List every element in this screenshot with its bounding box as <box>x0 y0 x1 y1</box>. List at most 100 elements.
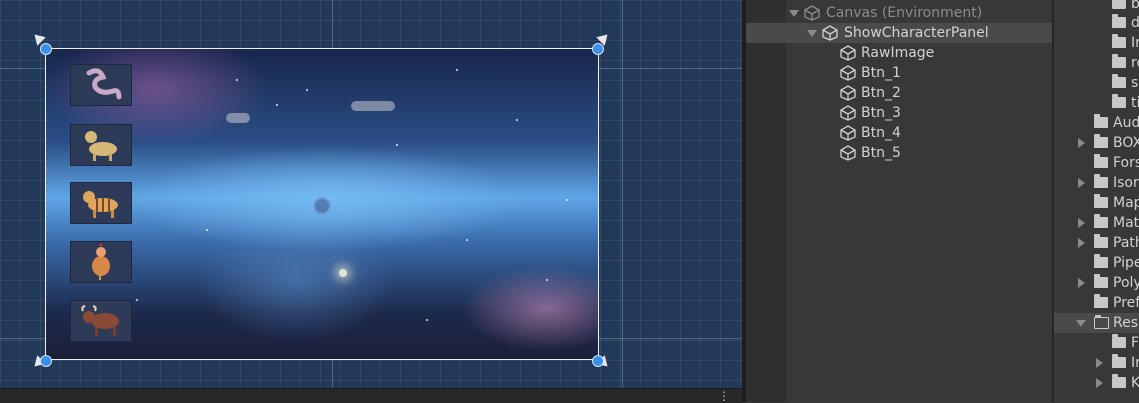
hierarchy-item-label: Btn_2 <box>861 85 901 101</box>
expand-arrow-icon[interactable] <box>1096 358 1103 368</box>
collapse-arrow-icon[interactable] <box>1076 320 1086 327</box>
project-folder[interactable]: ti <box>1054 93 1139 113</box>
bull-character-icon[interactable] <box>70 300 132 342</box>
gameobject-icon <box>840 125 856 141</box>
project-folder[interactable]: d <box>1054 13 1139 33</box>
scene-footer: ⋮ <box>0 388 742 403</box>
folder-icon <box>1112 0 1126 9</box>
expand-arrow-icon[interactable] <box>1096 378 1103 388</box>
folder-icon <box>1112 374 1126 388</box>
project-folder[interactable]: K <box>1054 373 1139 393</box>
hierarchy-item-label: Btn_1 <box>861 65 901 81</box>
project-folder[interactable]: Isor <box>1054 173 1139 193</box>
project-folder[interactable]: In <box>1054 353 1139 373</box>
hierarchy-item-canvas[interactable]: Canvas (Environment) <box>746 3 1052 23</box>
folder-label: b <box>1131 0 1139 12</box>
worm-character-icon[interactable] <box>70 64 132 106</box>
project-folder[interactable]: Mat <box>1054 213 1139 233</box>
hierarchy-item-label: Btn_5 <box>861 145 901 161</box>
hierarchy-item-btn-5[interactable]: Btn_5 <box>746 143 1052 163</box>
folder-label: In <box>1131 35 1139 51</box>
scene-view[interactable] <box>0 0 742 388</box>
expand-arrow-icon[interactable] <box>1078 178 1085 188</box>
expand-arrow-icon[interactable] <box>789 10 799 17</box>
hierarchy-item-label: Canvas (Environment) <box>826 5 983 21</box>
rect-handle-bottom-right[interactable] <box>592 355 604 367</box>
dog-character-icon[interactable] <box>70 124 132 166</box>
hierarchy-item-rawimage[interactable]: RawImage <box>746 43 1052 63</box>
grid-line <box>622 0 623 388</box>
project-folder[interactable]: Fors <box>1054 153 1139 173</box>
hierarchy-item-btn-3[interactable]: Btn_3 <box>746 103 1052 123</box>
folder-label: Pipe <box>1113 255 1139 271</box>
folder-icon <box>1094 234 1108 248</box>
gameobject-icon <box>840 65 856 81</box>
project-folder[interactable]: BOX <box>1054 133 1139 153</box>
expand-arrow-icon[interactable] <box>1078 278 1085 288</box>
folder-icon <box>1112 34 1126 48</box>
folder-label: Aud <box>1113 115 1139 131</box>
folder-icon <box>1094 134 1108 148</box>
project-folder[interactable]: Aud <box>1054 113 1139 133</box>
gameobject-icon <box>804 5 820 21</box>
project-folder[interactable]: ro <box>1054 53 1139 73</box>
folder-icon <box>1094 194 1108 208</box>
hierarchy-item-label: Btn_3 <box>861 105 901 121</box>
folder-icon <box>1112 354 1126 368</box>
folder-label: K <box>1131 375 1139 391</box>
folder-icon <box>1094 174 1108 188</box>
folder-icon <box>1112 74 1126 88</box>
gameobject-icon <box>840 85 856 101</box>
folder-icon <box>1112 54 1126 68</box>
project-folder[interactable]: Map <box>1054 193 1139 213</box>
expand-arrow-icon[interactable] <box>1078 238 1085 248</box>
project-folder[interactable]: Poly <box>1054 273 1139 293</box>
hierarchy-item-btn-1[interactable]: Btn_1 <box>746 63 1052 83</box>
gameobject-icon <box>840 105 856 121</box>
project-folder[interactable]: In <box>1054 33 1139 53</box>
folder-label: BOX <box>1113 135 1139 151</box>
project-panel: b d In ro s ti Aud BOX Fors Isor Map Mat… <box>1054 0 1139 402</box>
folder-label: Poly <box>1113 275 1139 291</box>
hierarchy-item-btn-4[interactable]: Btn_4 <box>746 123 1052 143</box>
open-folder-icon <box>1094 315 1109 329</box>
gameobject-icon <box>840 45 856 61</box>
folder-label: F <box>1131 335 1139 351</box>
gameobject-icon <box>840 145 856 161</box>
folder-icon <box>1094 154 1108 168</box>
hierarchy-item-btn-2[interactable]: Btn_2 <box>746 83 1052 103</box>
expand-arrow-icon[interactable] <box>1078 138 1085 148</box>
project-folder[interactable]: Pref <box>1054 293 1139 313</box>
project-folder[interactable]: b <box>1054 0 1139 14</box>
folder-label: In <box>1131 355 1139 371</box>
project-folder-resources[interactable]: Res <box>1054 313 1139 333</box>
folder-icon <box>1094 114 1108 128</box>
folder-label: Mat <box>1113 215 1139 231</box>
project-folder[interactable]: Pipe <box>1054 253 1139 273</box>
more-options-icon[interactable]: ⋮ <box>718 389 730 403</box>
rect-handle-top-left[interactable] <box>40 43 52 55</box>
hierarchy-item-label: Btn_4 <box>861 125 901 141</box>
tiger-character-icon[interactable] <box>70 182 132 224</box>
folder-label: ti <box>1131 95 1139 111</box>
folder-icon <box>1094 274 1108 288</box>
folder-label: ro <box>1131 55 1139 71</box>
folder-label: Map <box>1113 195 1139 211</box>
pivot-handle[interactable] <box>313 197 331 215</box>
project-folder[interactable]: s <box>1054 73 1139 93</box>
expand-arrow-icon[interactable] <box>1078 218 1085 228</box>
project-folder[interactable]: Path <box>1054 233 1139 253</box>
expand-arrow-icon[interactable] <box>807 30 817 37</box>
rect-handle-bottom-left[interactable] <box>40 355 52 367</box>
folder-icon <box>1112 334 1126 348</box>
hierarchy-item-showcharacterpanel[interactable]: ShowCharacterPanel <box>746 23 1052 43</box>
folder-icon <box>1094 294 1108 308</box>
rect-handle-top-right[interactable] <box>592 43 604 55</box>
hierarchy-item-label: ShowCharacterPanel <box>844 25 989 41</box>
folder-icon <box>1112 14 1126 28</box>
project-folder[interactable]: F <box>1054 333 1139 353</box>
chicken-character-icon[interactable] <box>70 241 132 283</box>
gameobject-icon <box>822 25 838 41</box>
hierarchy-panel: Canvas (Environment) ShowCharacterPanel … <box>746 0 1052 402</box>
folder-label: Path <box>1113 235 1139 251</box>
